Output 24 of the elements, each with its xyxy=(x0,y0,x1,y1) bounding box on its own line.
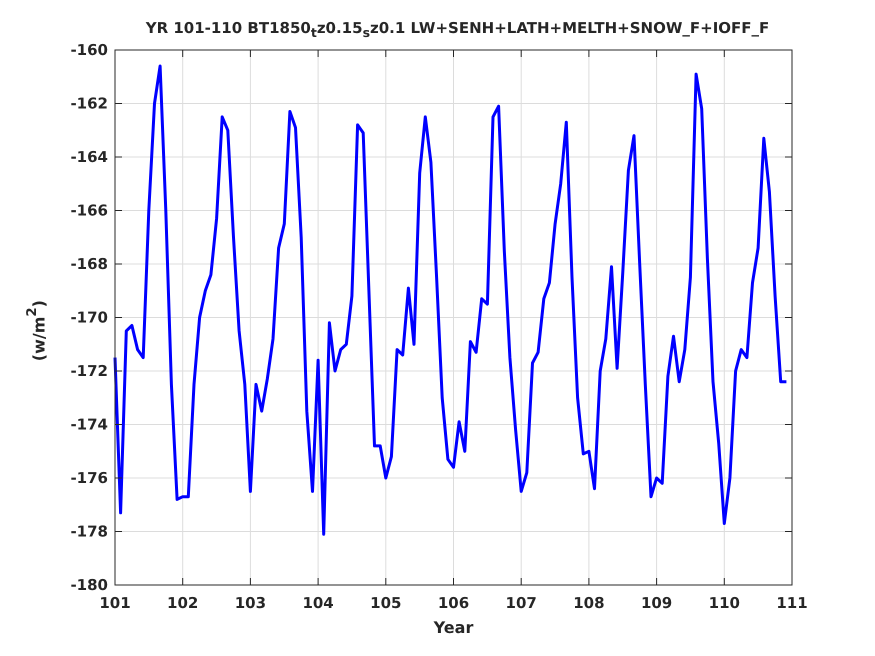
y-tick-label: -176 xyxy=(70,469,108,487)
x-axis-label: Year xyxy=(434,618,474,637)
chart-title: YR 101-110 BT1850$_{t}$z0.15$_{s}$z0.1 LW+SENH+LATH+MELTH+SNOW_F+IOFF_F xyxy=(144,18,770,42)
x-tick-label: 104 xyxy=(302,594,334,612)
x-tick-label: 107 xyxy=(506,594,537,612)
x-tick-label: 106 xyxy=(438,594,470,612)
x-tick-label: 110 xyxy=(708,594,740,612)
y-tick-label: -160 xyxy=(70,42,108,59)
y-tick-label: -164 xyxy=(70,148,108,166)
x-tick-label: 103 xyxy=(234,594,266,612)
y-tick-label: -168 xyxy=(70,255,108,273)
y-tick-label: -174 xyxy=(70,416,108,434)
x-tick-label: 108 xyxy=(573,594,605,612)
y-tick-label: -162 xyxy=(70,94,108,112)
y-tick-label: -178 xyxy=(70,522,108,540)
y-tick-label: -172 xyxy=(70,362,108,380)
x-tick-label: 111 xyxy=(776,594,808,612)
x-tick-label: 109 xyxy=(640,594,672,612)
y-tick-label: -170 xyxy=(70,308,108,326)
x-tick-label: 105 xyxy=(370,594,402,612)
y-tick-label: -166 xyxy=(70,202,108,220)
y-tick-label: -180 xyxy=(70,576,108,594)
x-tick-label: 101 xyxy=(99,594,131,612)
x-tick-label: 102 xyxy=(167,594,198,612)
